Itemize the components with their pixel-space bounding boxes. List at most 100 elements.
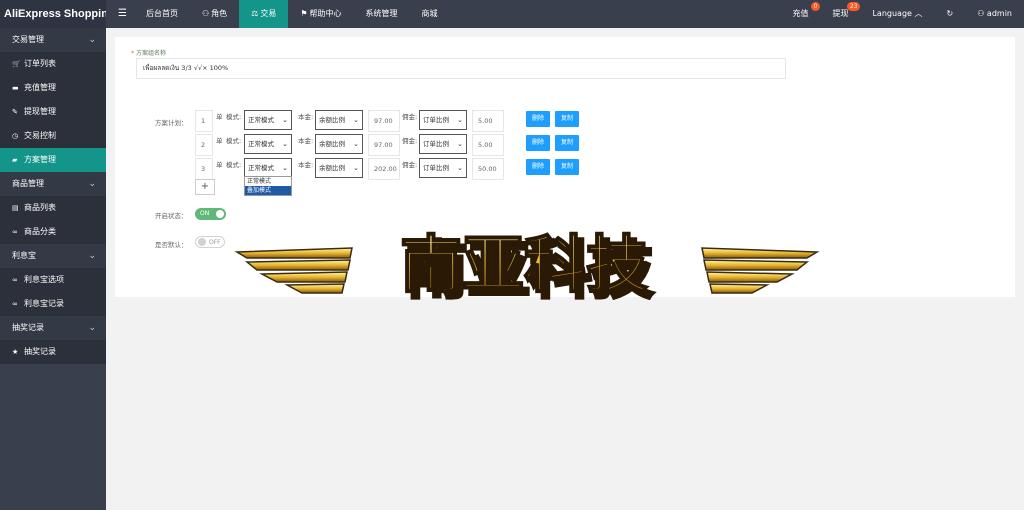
copy-button[interactable]: 复制 [555, 159, 579, 175]
menu-toggle-icon[interactable]: ☰ [118, 0, 127, 28]
copy-button[interactable]: 复制 [555, 111, 579, 127]
comment-icon: ▬ [12, 84, 19, 92]
top-nav-label: 角色 [211, 9, 228, 18]
sidebar-group[interactable]: 抽奖记录 ⌄ [0, 316, 106, 340]
row-mode-label: 模式: [226, 161, 242, 169]
sidebar-item-label: 方案管理 [24, 155, 56, 164]
mode-option-stack[interactable]: 叠加模式 [245, 186, 291, 195]
top-nav-item[interactable]: 系统管理 [354, 0, 410, 28]
default-toggle[interactable]: OFF [195, 236, 225, 248]
sidebar-item[interactable]: ▰ 方案管理 [0, 148, 106, 172]
language-menu[interactable]: Language ︿ [860, 0, 934, 28]
sidebar-item-label: 利息宝记录 [24, 299, 64, 308]
top-nav-item[interactable]: ⚖ 交易 [239, 0, 289, 28]
top-nav-label: 商城 [421, 9, 438, 18]
row-principal-input[interactable]: 97.00 [368, 134, 400, 156]
dashboard-icon: ◷ [12, 132, 19, 140]
sidebar-item-label: 商品列表 [24, 203, 56, 212]
chevron-down-icon: ⌄ [353, 140, 359, 148]
delete-button[interactable]: 删除 [526, 111, 550, 127]
top-nav-label: 帮助中心 [309, 9, 342, 18]
sidebar-item[interactable]: ∞ 利息宝选项 [0, 268, 106, 292]
top-nav-label: 交易 [260, 9, 277, 18]
mode-option-normal[interactable]: 正常模式 [245, 177, 291, 186]
chevron-down-icon: ⌄ [88, 251, 96, 261]
sidebar-item[interactable]: ∞ 利息宝记录 [0, 292, 106, 316]
sidebar-item[interactable]: ◷ 交易控制 [0, 124, 106, 148]
name-field-label: * 方案组名称 [131, 50, 167, 57]
user-menu[interactable]: ⚇ admin [965, 0, 1024, 28]
sidebar-item-label: 抽奖记录 [24, 347, 56, 356]
row-mode-label: 模式: [226, 113, 242, 121]
sidebar-item-label: 交易控制 [24, 131, 56, 140]
refresh-button[interactable]: ↻ [935, 0, 966, 28]
sidebar-group-label: 利息宝 [12, 251, 36, 260]
sidebar-item-label: 提现管理 [24, 107, 56, 116]
chevron-down-icon: ⌄ [88, 323, 96, 333]
top-nav-item[interactable]: ⚇ 角色 [190, 0, 239, 28]
sidebar-group-label: 交易管理 [12, 35, 44, 44]
status-toggle[interactable]: ON [195, 208, 226, 220]
user-icon: ⚇ [202, 9, 210, 18]
row-mode-select[interactable]: 正常模式 ⌄ [244, 110, 292, 130]
chevron-down-icon: ⌄ [457, 140, 463, 148]
sidebar-item[interactable]: ∞ 商品分类 [0, 220, 106, 244]
chevron-down-icon: ⌄ [353, 164, 359, 172]
withdraw-button[interactable]: 提现 23 [820, 0, 861, 28]
top-nav-item[interactable]: ⚑ 帮助中心 [288, 0, 353, 28]
flag-icon: ⚑ [300, 9, 308, 18]
top-nav-label: 系统管理 [365, 9, 398, 18]
delete-button[interactable]: 删除 [526, 159, 550, 175]
top-nav: 后台首页 ⚇ 角色 ⚖ 交易 ⚑ 帮助中心 系统管理 商城 [134, 0, 450, 28]
plan-name-input[interactable]: เพื่อผลลดเงิน 3/3 √√× 100% [136, 58, 786, 79]
user-name: admin [986, 9, 1012, 18]
sidebar-group[interactable]: 交易管理 ⌄ [0, 28, 106, 52]
row-principal-select[interactable]: 余额比例 ⌄ [315, 134, 363, 154]
row-index-input[interactable]: 2 [195, 134, 213, 156]
row-principal-input[interactable]: 202.00 [368, 158, 400, 180]
row-principal-select[interactable]: 余额比例 ⌄ [315, 158, 363, 178]
row-commission-input[interactable]: 5.00 [472, 110, 504, 132]
user-icon: ⚇ [977, 9, 985, 18]
sidebar-group[interactable]: 利息宝 ⌄ [0, 244, 106, 268]
sidebar-item[interactable]: 🛒 订单列表 [0, 52, 106, 76]
star-icon: ★ [12, 348, 19, 356]
form-card: * 方案组名称 เพื่อผลลดเงิน 3/3 √√× 100% 方案计划： … [115, 37, 1015, 309]
sidebar-group-label: 商品管理 [12, 179, 44, 188]
chevron-down-icon: ⌄ [457, 164, 463, 172]
row-principal-select[interactable]: 余额比例 ⌄ [315, 110, 363, 130]
row-unit-label: 单 [216, 161, 223, 169]
row-commission-input[interactable]: 5.00 [472, 134, 504, 156]
top-nav-item[interactable]: 后台首页 [134, 0, 190, 28]
row-commission-input[interactable]: 50.00 [472, 158, 504, 180]
mode-dropdown-list[interactable]: 正常模式 叠加模式 [244, 176, 292, 196]
row-index-input[interactable]: 1 [195, 110, 213, 132]
recharge-button[interactable]: 充值 0 [780, 0, 821, 28]
folder-icon: ▰ [12, 156, 18, 164]
default-label: 是否默认： [155, 241, 188, 249]
top-nav-item[interactable]: 商城 [410, 0, 450, 28]
row-commission-select[interactable]: 订单比例 ⌄ [419, 158, 467, 178]
sidebar-item[interactable]: ▤ 商品列表 [0, 196, 106, 220]
chevron-down-icon: ⌄ [282, 116, 288, 124]
sidebar-group[interactable]: 商品管理 ⌄ [0, 172, 106, 196]
sidebar-item[interactable]: ★ 抽奖记录 [0, 340, 106, 364]
row-mode-select[interactable]: 正常模式 ⌄ [244, 134, 292, 154]
row-commission-select[interactable]: 订单比例 ⌄ [419, 134, 467, 154]
recharge-badge: 0 [810, 2, 821, 11]
delete-button[interactable]: 删除 [526, 135, 550, 151]
row-principal-input[interactable]: 97.00 [368, 110, 400, 132]
withdraw-badge: 23 [846, 2, 861, 11]
sidebar-item[interactable]: ▬ 充值管理 [0, 76, 106, 100]
row-mode-select[interactable]: 正常模式 ⌄ [244, 158, 292, 178]
row-commission-label: 佣金: [402, 137, 418, 145]
watermark-logo: 南亚科技 南亚科技 [232, 227, 822, 309]
sidebar-item-label: 利息宝选项 [24, 275, 64, 284]
chevron-down-icon: ⌄ [282, 140, 288, 148]
row-commission-select[interactable]: 订单比例 ⌄ [419, 110, 467, 130]
refresh-icon: ↻ [946, 9, 954, 18]
sidebar-item[interactable]: ✎ 提现管理 [0, 100, 106, 124]
copy-button[interactable]: 复制 [555, 135, 579, 151]
row-index-input[interactable]: 3 [195, 158, 213, 180]
add-row-button[interactable]: + [195, 179, 215, 195]
